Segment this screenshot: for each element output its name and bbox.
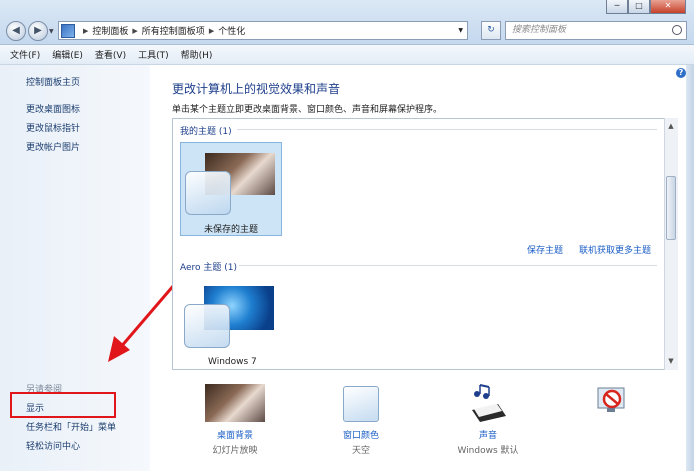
forward-button[interactable]: ▶ bbox=[28, 21, 48, 41]
breadcrumb-personalization[interactable]: 个性化 bbox=[218, 24, 245, 37]
group-divider bbox=[239, 265, 657, 266]
scroll-down-arrow[interactable]: ▼ bbox=[665, 357, 677, 367]
desktop-background-value: 幻灯片放映 bbox=[212, 446, 258, 456]
sidebar-link-home[interactable]: 控制面板主页 bbox=[26, 75, 80, 88]
sounds-value: Windows 默认 bbox=[457, 446, 519, 456]
minimize-button[interactable]: ─ bbox=[606, 0, 628, 14]
sidebar-link-taskbar[interactable]: 任务栏和「开始」菜单 bbox=[26, 420, 116, 433]
close-button[interactable]: ✕ bbox=[650, 0, 686, 14]
scroll-up-arrow[interactable]: ▲ bbox=[665, 122, 677, 132]
search-input[interactable]: 搜索控制面板 bbox=[505, 21, 687, 40]
sidebar-link-mouse-pointer[interactable]: 更改鼠标指针 bbox=[26, 121, 80, 134]
sidebar-link-ease-of-access[interactable]: 轻松访问中心 bbox=[26, 439, 80, 452]
screen-saver-icon[interactable] bbox=[596, 384, 628, 416]
theme-windows-7[interactable]: Windows 7 bbox=[180, 284, 280, 370]
breadcrumb-all-items[interactable]: 所有控制面板项 bbox=[142, 24, 205, 37]
window-color-label[interactable]: 窗口颜色 bbox=[331, 428, 391, 441]
group-divider bbox=[237, 129, 657, 130]
theme-name: 未保存的主题 bbox=[204, 225, 259, 235]
theme-unsaved[interactable]: 未保存的主题 bbox=[180, 142, 282, 236]
theme-name: Windows 7 bbox=[208, 357, 257, 367]
chevron-right-icon: ▶ bbox=[83, 26, 89, 35]
address-bar[interactable]: ▶ 控制面板 ▶ 所有控制面板项 ▶ 个性化 ▼ bbox=[58, 21, 468, 40]
sidebar-link-account-picture[interactable]: 更改帐户图片 bbox=[26, 140, 80, 153]
menu-file[interactable]: 文件(F) bbox=[10, 48, 40, 61]
sounds-label[interactable]: 声音 bbox=[458, 428, 518, 441]
save-theme-link[interactable]: 保存主题 bbox=[527, 243, 563, 256]
desktop-background-button[interactable] bbox=[205, 384, 265, 424]
theme-list-scrollbar[interactable] bbox=[664, 118, 678, 370]
menu-bar: 文件(F) 编辑(E) 查看(V) 工具(T) 帮助(H) bbox=[0, 45, 694, 65]
control-panel-icon bbox=[61, 23, 75, 38]
annotation-highlight-box bbox=[10, 392, 116, 418]
menu-tools[interactable]: 工具(T) bbox=[138, 48, 169, 61]
window-color-value: 天空 bbox=[351, 446, 370, 456]
help-icon[interactable]: ? bbox=[676, 68, 686, 78]
back-button[interactable]: ◀ bbox=[6, 21, 26, 41]
chevron-right-icon[interactable]: ▶ bbox=[132, 27, 137, 35]
group-aero-themes: Aero 主题 (1) bbox=[180, 263, 238, 273]
page-subtitle: 单击某个主题立即更改桌面背景、窗口颜色、声音和屏幕保护程序。 bbox=[172, 105, 443, 115]
window-right-edge bbox=[686, 65, 694, 471]
sidebar-link-desktop-icons[interactable]: 更改桌面图标 bbox=[26, 102, 80, 115]
theme-window-preview bbox=[184, 304, 230, 348]
wallpaper-icon bbox=[205, 384, 265, 422]
chevron-right-icon[interactable]: ▶ bbox=[209, 27, 214, 35]
maximize-button[interactable]: □ bbox=[628, 0, 650, 14]
address-dropdown-icon[interactable]: ▼ bbox=[458, 27, 463, 34]
breadcrumb-control-panel[interactable]: 控制面板 bbox=[92, 24, 128, 37]
window-color-icon[interactable] bbox=[343, 386, 379, 422]
scrollbar-thumb[interactable] bbox=[666, 176, 676, 240]
sounds-icon[interactable] bbox=[468, 384, 508, 424]
window-controls: ─ □ ✕ bbox=[606, 0, 686, 14]
search-icon[interactable] bbox=[672, 25, 682, 35]
recent-pages-dropdown[interactable]: ▼ bbox=[49, 28, 54, 35]
group-my-themes: 我的主题 (1) bbox=[180, 127, 232, 137]
desktop-background-label[interactable]: 桌面背景 bbox=[204, 428, 266, 441]
page-title: 更改计算机上的视觉效果和声音 bbox=[172, 82, 341, 96]
search-placeholder: 搜索控制面板 bbox=[512, 25, 567, 35]
theme-window-preview bbox=[185, 171, 231, 215]
refresh-button[interactable]: ↻ bbox=[481, 21, 501, 40]
menu-view[interactable]: 查看(V) bbox=[95, 48, 126, 61]
menu-edit[interactable]: 编辑(E) bbox=[52, 48, 83, 61]
get-more-themes-link[interactable]: 联机获取更多主题 bbox=[579, 243, 651, 256]
menu-help[interactable]: 帮助(H) bbox=[181, 48, 213, 61]
